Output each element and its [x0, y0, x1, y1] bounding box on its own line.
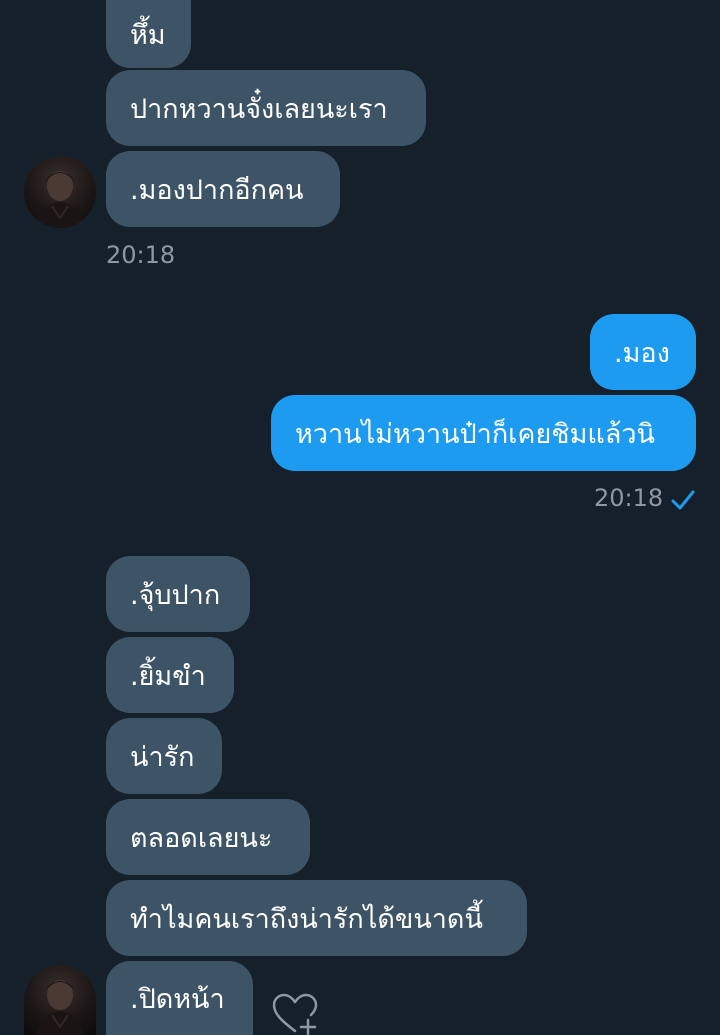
incoming-message[interactable]: หึ้ม: [106, 0, 191, 68]
outgoing-message[interactable]: หวานไม่หวานป๋าก็เคยชิมแล้วนิ: [271, 395, 696, 471]
incoming-message[interactable]: .มองปากอีกคน: [106, 151, 340, 227]
avatar[interactable]: [24, 965, 96, 1035]
incoming-message[interactable]: .จุ้บปาก: [106, 556, 250, 632]
message-text: .มอง: [614, 337, 670, 369]
incoming-message[interactable]: .ปิดหน้า: [106, 961, 253, 1035]
incoming-message[interactable]: ตลอดเลยนะ: [106, 799, 310, 875]
avatar[interactable]: [24, 156, 96, 228]
message-text: ตลอดเลยนะ: [130, 822, 273, 854]
incoming-message[interactable]: .ยิ้มขำ: [106, 637, 234, 713]
avatar-image: [36, 171, 84, 228]
message-text: ปากหวานจั๋งเลยนะเรา: [130, 93, 388, 125]
incoming-message[interactable]: ทำไมคนเราถึงน่ารักได้ขนาดนี้: [106, 880, 527, 956]
message-text: น่ารัก: [130, 741, 195, 773]
message-text: .ยิ้มขำ: [130, 660, 206, 692]
message-text: .มองปากอีกคน: [130, 174, 304, 206]
message-text: ทำไมคนเราถึงน่ารักได้ขนาดนี้: [130, 903, 483, 935]
chat-thread: หึ้ม ปากหวานจั๋งเลยนะเรา .มองปากอีกคน 20…: [0, 0, 720, 1035]
message-text: .จุ้บปาก: [130, 579, 221, 611]
message-text: หึ้ม: [130, 19, 166, 51]
avatar-image: [36, 980, 84, 1035]
heart-add-icon[interactable]: [270, 990, 320, 1035]
message-timestamp: 20:18: [106, 241, 176, 269]
message-text: .ปิดหน้า: [130, 983, 225, 1015]
outgoing-message[interactable]: .มอง: [590, 314, 696, 390]
message-text: หวานไม่หวานป๋าก็เคยชิมแล้วนิ: [295, 418, 655, 450]
incoming-message[interactable]: น่ารัก: [106, 718, 222, 794]
message-timestamp: 20:18: [594, 484, 664, 512]
incoming-message[interactable]: ปากหวานจั๋งเลยนะเรา: [106, 70, 426, 146]
check-icon: [671, 490, 695, 510]
